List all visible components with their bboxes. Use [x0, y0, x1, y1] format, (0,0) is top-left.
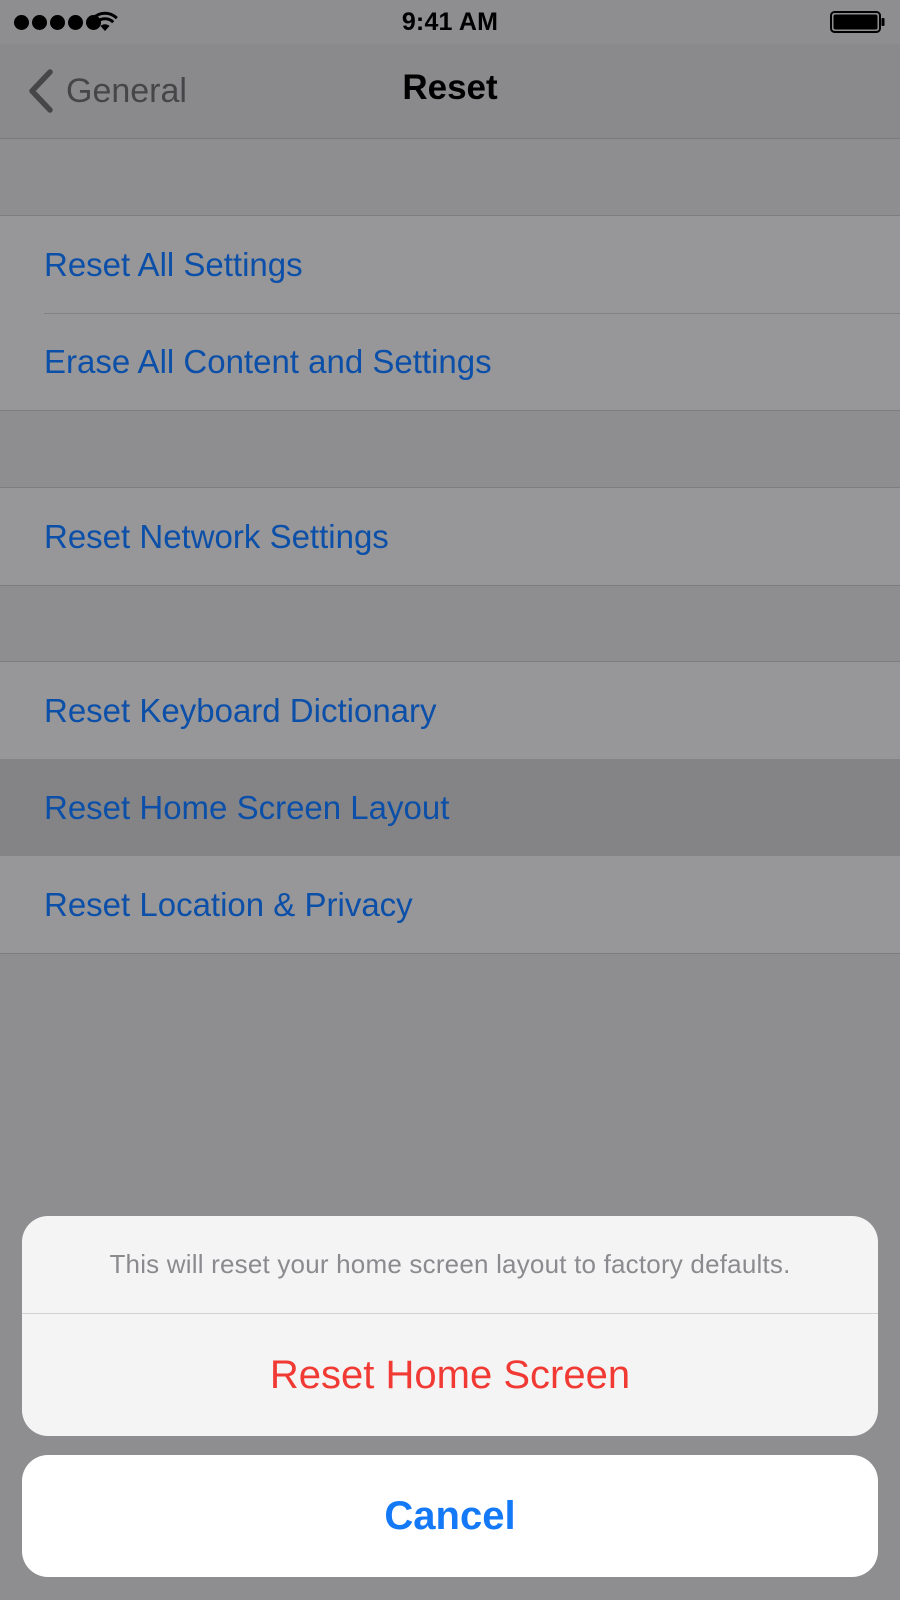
status-time: 9:41 AM [401, 8, 499, 36]
settings-group-network: Reset Network Settings [0, 487, 900, 586]
reset-home-screen-button[interactable]: Reset Home Screen [22, 1314, 878, 1436]
reset-keyboard-dictionary-row[interactable]: Reset Keyboard Dictionary [0, 662, 900, 759]
action-sheet: This will reset your home screen layout … [22, 1216, 878, 1436]
cancel-button[interactable]: Cancel [22, 1455, 878, 1577]
navigation-bar: General Reset [0, 44, 900, 139]
screen: 9:41 AM General Reset Reset All Settings… [0, 0, 900, 1600]
settings-group-misc: Reset Keyboard Dictionary Reset Home Scr… [0, 661, 900, 954]
settings-group-general-reset: Reset All Settings Erase All Content and… [0, 215, 900, 411]
reset-all-settings-row[interactable]: Reset All Settings [0, 216, 900, 313]
reset-network-settings-row[interactable]: Reset Network Settings [0, 488, 900, 585]
action-sheet-message: This will reset your home screen layout … [22, 1216, 878, 1314]
battery-icon [830, 11, 885, 33]
reset-home-screen-layout-row[interactable]: Reset Home Screen Layout [0, 759, 900, 856]
erase-all-content-row[interactable]: Erase All Content and Settings [0, 313, 900, 410]
page-title: Reset [402, 68, 498, 107]
reset-location-privacy-row[interactable]: Reset Location & Privacy [0, 856, 900, 953]
status-bar: 9:41 AM [0, 0, 900, 44]
